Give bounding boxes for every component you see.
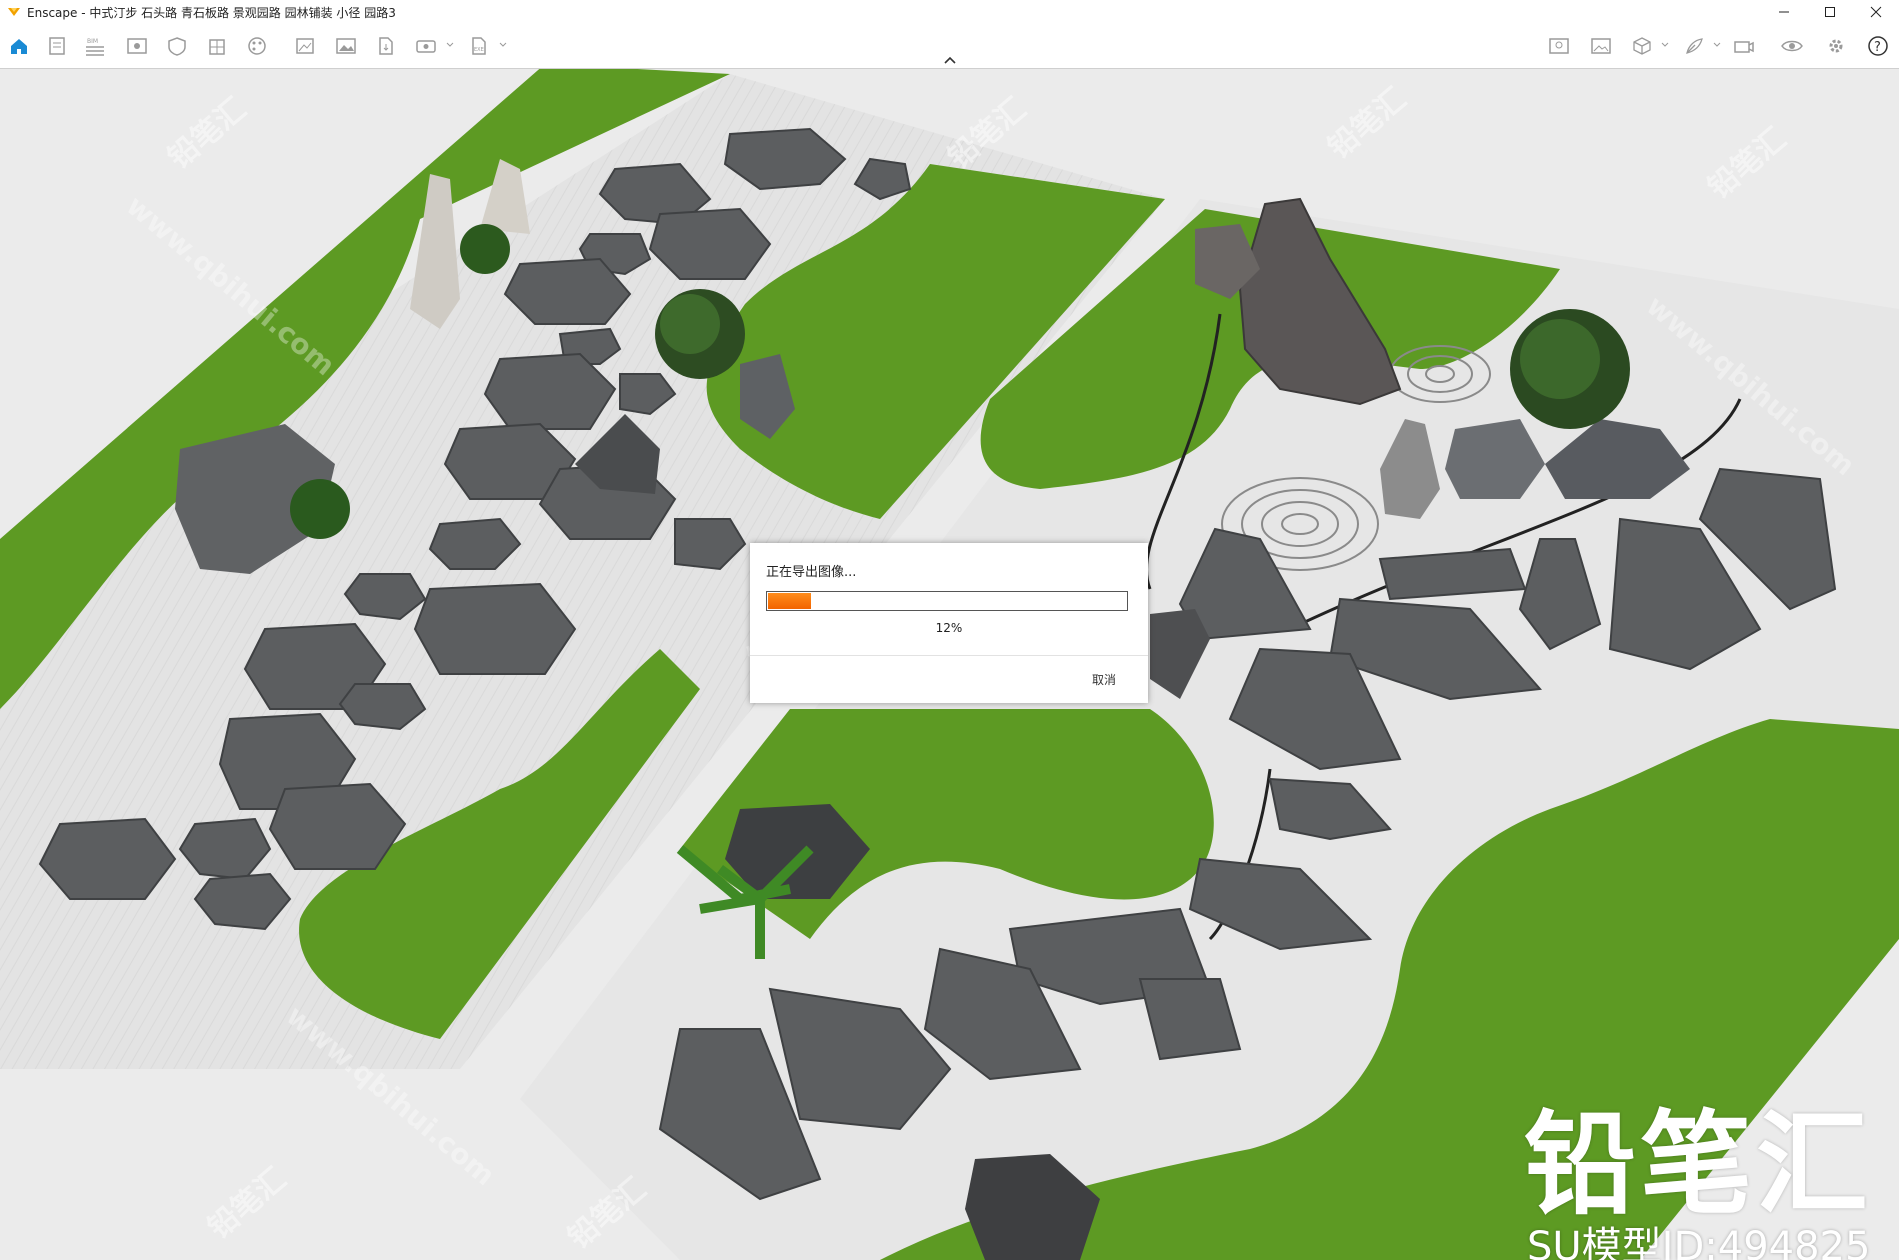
cancel-button[interactable]: 取消	[1092, 671, 1116, 688]
close-button[interactable]	[1853, 0, 1899, 24]
camera-icon	[1734, 41, 1754, 53]
home-button[interactable]	[8, 36, 30, 56]
progress-bar-fill	[768, 593, 811, 609]
brand-watermark: 铅笔汇	[1524, 1100, 1872, 1230]
help-icon: ?	[1868, 36, 1888, 56]
material-button[interactable]	[246, 36, 268, 56]
chevron-down-icon[interactable]	[446, 40, 454, 50]
export-file-button[interactable]	[375, 36, 397, 56]
export-progress-dialog: 正在导出图像... 12% 取消	[750, 543, 1148, 703]
exe-export-button[interactable]: EXE	[468, 36, 490, 56]
settings-icon	[1829, 39, 1843, 53]
panorama-icon	[416, 40, 436, 53]
building-icon	[209, 39, 225, 55]
panorama-button[interactable]	[415, 36, 437, 56]
document-icon	[49, 37, 65, 55]
home-icon	[11, 39, 27, 54]
screenshot-button[interactable]	[335, 36, 357, 56]
bim-button[interactable]: BIM	[84, 36, 106, 56]
minimize-icon	[1779, 11, 1789, 13]
visual-settings-button[interactable]	[126, 36, 148, 56]
gallery-button[interactable]	[1590, 36, 1612, 56]
chevron-down-icon[interactable]	[1713, 40, 1721, 50]
gallery-icon	[1591, 38, 1611, 54]
cube-button[interactable]	[1631, 36, 1653, 56]
camera-button[interactable]	[1733, 36, 1755, 56]
bim-label: BIM	[87, 38, 98, 45]
bim-icon: BIM	[86, 38, 104, 56]
exe-label: EXE	[474, 47, 484, 53]
image-icon	[336, 38, 356, 54]
feather-icon	[1686, 38, 1703, 54]
palette-icon	[248, 37, 266, 55]
feather-button[interactable]	[1683, 36, 1705, 56]
chevron-down-icon[interactable]	[499, 40, 507, 50]
help-button[interactable]: ?	[1867, 36, 1889, 56]
title-bar: Enscape - 中式汀步 石头路 青石板路 景观园路 园林铺装 小径 园路3	[0, 0, 1899, 24]
progress-percent: 12%	[935, 621, 963, 635]
visibility-icon	[1781, 40, 1803, 52]
file-export-icon	[379, 37, 393, 55]
minimize-button[interactable]	[1761, 0, 1807, 24]
map-button[interactable]	[1548, 36, 1570, 56]
dialog-divider	[750, 655, 1148, 656]
help-label: ?	[1874, 40, 1881, 55]
close-icon	[1870, 6, 1882, 18]
visibility-button[interactable]	[1781, 36, 1803, 56]
dialog-title: 正在导出图像...	[766, 565, 857, 580]
shield-icon	[168, 37, 186, 56]
building-button[interactable]	[206, 36, 228, 56]
window-title: Enscape - 中式汀步 石头路 青石板路 景观园路 园林铺装 小径 园路3	[27, 5, 396, 20]
model-id-watermark: SU模型ID:494825	[1527, 1224, 1871, 1260]
asset-button[interactable]	[166, 36, 188, 56]
chevron-up-icon[interactable]	[941, 54, 959, 66]
maximize-button[interactable]	[1807, 0, 1853, 24]
progress-bar	[766, 591, 1128, 611]
settings-button[interactable]	[1825, 36, 1847, 56]
scene-icon	[296, 38, 314, 54]
exe-export-icon: EXE	[472, 37, 486, 55]
map-icon	[1549, 38, 1569, 54]
document-button[interactable]	[46, 36, 68, 56]
eye-panel-icon	[127, 38, 147, 54]
scene-button[interactable]	[294, 36, 316, 56]
chevron-down-icon[interactable]	[1661, 40, 1669, 50]
enscape-logo-icon	[8, 8, 20, 16]
maximize-icon	[1825, 7, 1835, 17]
cube-icon	[1633, 37, 1651, 55]
